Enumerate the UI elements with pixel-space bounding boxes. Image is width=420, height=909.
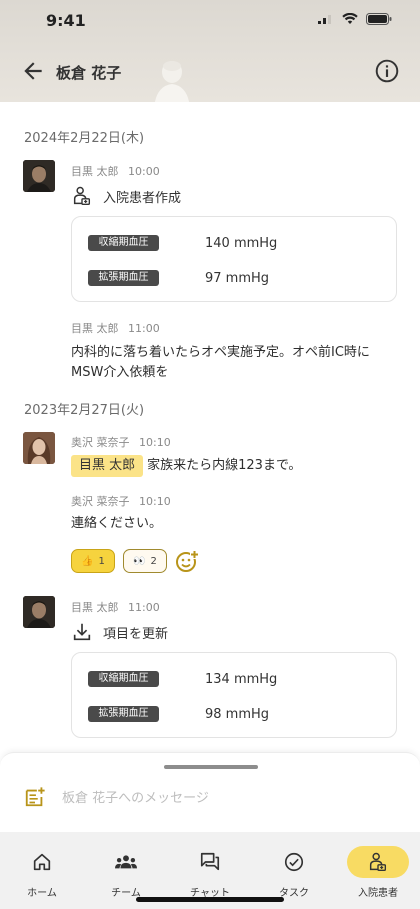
avatar-image xyxy=(23,432,55,464)
message-meta: 目黒 太郎 11:00 xyxy=(71,599,160,615)
vital-label: 収縮期血圧 xyxy=(88,671,159,687)
author-name: 目黒 太郎 xyxy=(71,165,119,178)
message-body: 家族来たら内線123まで。 xyxy=(147,458,302,473)
note-add-icon[interactable] xyxy=(24,786,46,808)
event-text: 入院患者作成 xyxy=(103,190,182,206)
tab-icon-wrap xyxy=(179,846,241,878)
inpatient-icon xyxy=(73,186,91,205)
message-time: 11:00 xyxy=(128,601,160,614)
tab-inpatient[interactable]: 入院患者 xyxy=(336,846,420,899)
vital-value: 134 mmHg xyxy=(205,671,278,687)
vital-value: 98 mmHg xyxy=(205,706,270,722)
download-icon xyxy=(73,623,91,641)
vital-row: 収縮期血圧 140 mmHg xyxy=(88,233,388,253)
message-meta: 目黒 太郎 11:00 xyxy=(71,320,160,336)
event-line: 項目を更新 xyxy=(71,621,168,643)
message-time: 11:00 xyxy=(128,322,160,335)
thumbs-up-icon: 👍 xyxy=(81,555,94,567)
vital-label: 拡張期血圧 xyxy=(88,706,159,722)
reaction-eyes[interactable]: 👀 2 xyxy=(123,549,167,573)
vital-label: 収縮期血圧 xyxy=(88,235,159,251)
date-label: 2023年2月27日(火) xyxy=(24,403,145,418)
tab-chat[interactable]: チャット xyxy=(168,846,252,899)
author-name: 目黒 太郎 xyxy=(71,322,119,335)
reaction-thumbs-up[interactable]: 👍 1 xyxy=(71,549,115,573)
tab-team[interactable]: チーム xyxy=(84,846,168,899)
message-time: 10:10 xyxy=(139,495,171,508)
vital-row: 収縮期血圧 134 mmHg xyxy=(88,669,388,689)
message-text: 目黒 太郎 家族来たら内線123まで。 xyxy=(71,455,401,477)
message-meta: 目黒 太郎 10:00 xyxy=(71,163,160,179)
avatar[interactable] xyxy=(23,432,55,464)
home-icon xyxy=(33,853,51,871)
avatar[interactable] xyxy=(23,160,55,192)
wifi-icon xyxy=(342,13,358,24)
date-label: 2024年2月22日(木) xyxy=(24,131,145,146)
vital-row: 拡張期血圧 97 mmHg xyxy=(88,268,388,288)
home-indicator xyxy=(136,897,284,902)
event-line: 入院患者作成 xyxy=(71,185,181,207)
message-text: 内科的に落ち着いたらオペ実施予定。オペ前IC時にMSW介入依頼を xyxy=(71,345,370,380)
author-name: 奥沢 菜奈子 xyxy=(71,495,130,508)
reaction-count: 2 xyxy=(150,555,157,567)
mention-chip[interactable]: 目黒 太郎 xyxy=(71,455,144,477)
timeline-feed[interactable]: 2024年2月22日(木) 目黒 太郎 10:00 入院患者作成 収縮期血圧 1… xyxy=(0,102,420,752)
avatar[interactable] xyxy=(23,596,55,628)
info-icon[interactable] xyxy=(374,58,400,84)
team-icon xyxy=(115,855,137,869)
vitals-card: 収縮期血圧 134 mmHg 拡張期血圧 98 mmHg xyxy=(71,652,397,738)
event-text: 項目を更新 xyxy=(103,626,169,642)
signal-icon xyxy=(318,15,331,24)
tab-icon-wrap xyxy=(11,846,73,878)
message-time: 10:10 xyxy=(139,436,171,449)
tab-label: 入院患者 xyxy=(358,888,398,899)
status-time: 9:41 xyxy=(46,11,86,30)
author-name: 目黒 太郎 xyxy=(71,601,119,614)
tab-task[interactable]: タスク xyxy=(252,846,336,899)
tab-icon-wrap xyxy=(263,846,325,878)
author-name: 奥沢 菜奈子 xyxy=(71,436,130,449)
message-meta: 奥沢 菜奈子 10:10 xyxy=(71,493,171,509)
vital-label: 拡張期血圧 xyxy=(88,270,159,286)
add-reaction-icon[interactable] xyxy=(175,549,199,573)
reactions-bar: 👍 1 👀 2 xyxy=(71,549,199,573)
header: 9:41 板倉 花子 xyxy=(0,0,420,102)
reaction-count: 1 xyxy=(98,555,105,567)
message-meta: 奥沢 菜奈子 10:10 xyxy=(71,434,171,450)
avatar-image xyxy=(23,596,55,628)
tab-icon-wrap xyxy=(95,846,157,878)
tab-label: ホーム xyxy=(27,888,57,899)
vital-value: 97 mmHg xyxy=(205,270,270,286)
message-input[interactable] xyxy=(62,787,392,809)
drag-handle[interactable] xyxy=(164,765,258,769)
nav-bar: 板倉 花子 xyxy=(0,54,420,90)
message-composer xyxy=(0,752,420,832)
back-arrow-icon[interactable] xyxy=(20,58,46,84)
vital-value: 140 mmHg xyxy=(205,235,278,251)
tab-home[interactable]: ホーム xyxy=(0,846,84,899)
vitals-card: 収縮期血圧 140 mmHg 拡張期血圧 97 mmHg xyxy=(71,216,397,302)
message-time: 10:00 xyxy=(128,165,160,178)
avatar-image xyxy=(23,160,55,192)
vital-row: 拡張期血圧 98 mmHg xyxy=(88,704,388,724)
inpatient-icon xyxy=(369,852,387,871)
message-text: 連絡ください。 xyxy=(71,516,163,531)
tab-icon-wrap xyxy=(347,846,409,878)
status-bar: 9:41 xyxy=(0,0,420,40)
page-title: 板倉 花子 xyxy=(56,64,122,82)
eyes-icon: 👀 xyxy=(133,555,146,567)
task-icon xyxy=(284,852,304,872)
battery-icon xyxy=(366,13,392,25)
chat-icon xyxy=(200,852,220,871)
status-icons xyxy=(318,13,392,25)
